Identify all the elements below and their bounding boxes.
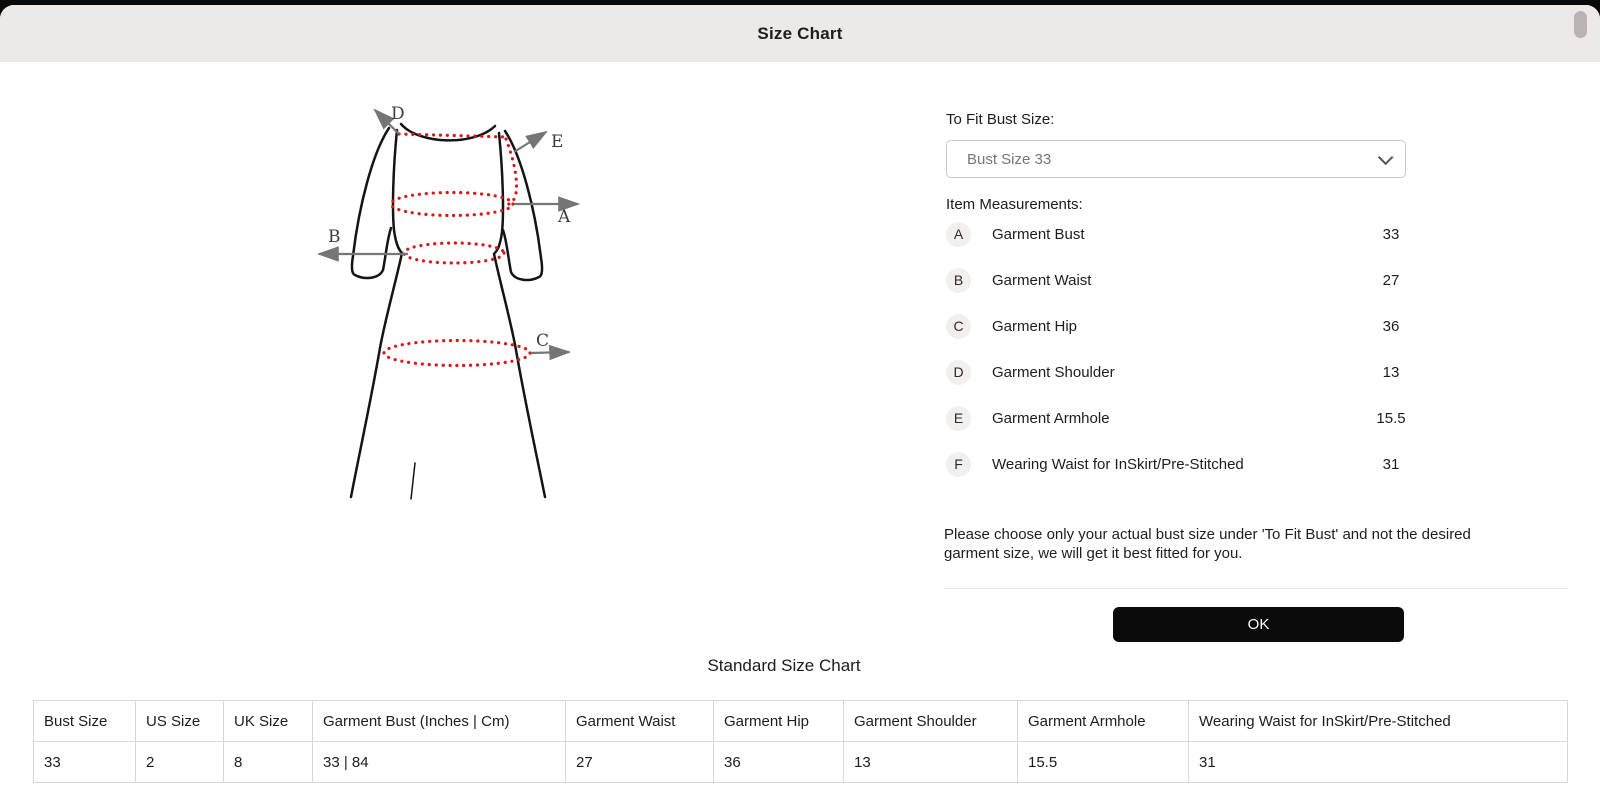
- measurements-panel: To Fit Bust Size: Bust Size 33 Item Meas…: [944, 105, 1568, 665]
- dress-illustration: A B C D E: [297, 90, 597, 510]
- measurement-key-badge: C: [946, 314, 971, 339]
- table-row: 33 2 8 33 | 84 27 36 13 15.5 31: [34, 742, 1568, 783]
- measurement-key-badge: F: [946, 452, 971, 477]
- table-cell: 8: [224, 742, 313, 783]
- measurement-key-badge: E: [946, 406, 971, 431]
- measurement-row: A Garment Bust 33: [944, 211, 1414, 257]
- modal-header: Size Chart: [0, 5, 1600, 62]
- hip-arrow: [531, 352, 569, 353]
- pointer-arrows: [319, 110, 578, 353]
- measurement-key-badge: A: [946, 222, 971, 247]
- column-header: Garment Armhole: [1018, 701, 1189, 742]
- measurement-label: Garment Armhole: [992, 410, 1368, 427]
- column-header: UK Size: [224, 701, 313, 742]
- diagram-label-c: C: [536, 331, 549, 351]
- size-diagram: A B C D E: [297, 90, 597, 510]
- page-title: Size Chart: [757, 24, 842, 44]
- size-chart-modal: Size Chart: [0, 5, 1600, 811]
- measurement-value: 27: [1368, 272, 1414, 289]
- measurement-label: Garment Shoulder: [992, 364, 1368, 381]
- column-header: Garment Hip: [714, 701, 844, 742]
- chevron-down-icon: [1378, 149, 1394, 165]
- measurement-key-badge: D: [946, 360, 971, 385]
- armhole-arrow: [514, 132, 546, 152]
- bust-size-select-value: Bust Size 33: [967, 151, 1378, 168]
- measurement-label: Garment Waist: [992, 272, 1368, 289]
- measurement-value: 13: [1368, 364, 1414, 381]
- measurement-label: Wearing Waist for InSkirt/Pre-Stitched: [992, 456, 1368, 473]
- column-header: US Size: [136, 701, 224, 742]
- diagram-label-e: E: [551, 132, 563, 152]
- table-cell: 15.5: [1018, 742, 1189, 783]
- table-cell: 33 | 84: [313, 742, 566, 783]
- bust-line: [391, 193, 513, 216]
- scrollbar-thumb[interactable]: [1574, 11, 1587, 38]
- diagram-label-d: D: [391, 104, 405, 124]
- table-cell: 33: [34, 742, 136, 783]
- measurement-label: Garment Bust: [992, 226, 1368, 243]
- diagram-label-b: B: [328, 227, 341, 247]
- measurement-label: Garment Hip: [992, 318, 1368, 335]
- table-header-row: Bust Size US Size UK Size Garment Bust (…: [34, 701, 1568, 742]
- hip-line: [384, 341, 530, 366]
- fit-note: Please choose only your actual bust size…: [944, 525, 1496, 563]
- table-cell: 36: [714, 742, 844, 783]
- measurement-row: D Garment Shoulder 13: [944, 349, 1414, 395]
- measurement-row: E Garment Armhole 15.5: [944, 395, 1414, 441]
- measurement-row: F Wearing Waist for InSkirt/Pre-Stitched…: [944, 441, 1414, 487]
- column-header: Bust Size: [34, 701, 136, 742]
- measurement-row: B Garment Waist 27: [944, 257, 1414, 303]
- column-header: Garment Bust (Inches | Cm): [313, 701, 566, 742]
- measurement-value: 15.5: [1368, 410, 1414, 427]
- standard-size-chart-title: Standard Size Chart: [0, 656, 1568, 676]
- column-header: Garment Shoulder: [844, 701, 1018, 742]
- panel-divider: [944, 588, 1568, 589]
- fit-bust-label: To Fit Bust Size:: [946, 111, 1054, 128]
- measurement-value: 36: [1368, 318, 1414, 335]
- measurement-list: A Garment Bust 33 B Garment Waist 27 C G…: [944, 211, 1414, 487]
- standard-size-chart-table: Bust Size US Size UK Size Garment Bust (…: [33, 700, 1568, 783]
- column-header: Wearing Waist for InSkirt/Pre-Stitched: [1189, 701, 1568, 742]
- diagram-label-a: A: [557, 207, 571, 227]
- waist-line: [404, 243, 504, 263]
- table-cell: 13: [844, 742, 1018, 783]
- measurement-key-badge: B: [946, 268, 971, 293]
- measurement-value: 31: [1368, 456, 1414, 473]
- table-cell: 2: [136, 742, 224, 783]
- bust-size-select[interactable]: Bust Size 33: [946, 140, 1406, 178]
- table-cell: 27: [566, 742, 714, 783]
- measurement-row: C Garment Hip 36: [944, 303, 1414, 349]
- ok-button[interactable]: OK: [1113, 607, 1404, 642]
- measurement-value: 33: [1368, 226, 1414, 243]
- table-cell: 31: [1189, 742, 1568, 783]
- column-header: Garment Waist: [566, 701, 714, 742]
